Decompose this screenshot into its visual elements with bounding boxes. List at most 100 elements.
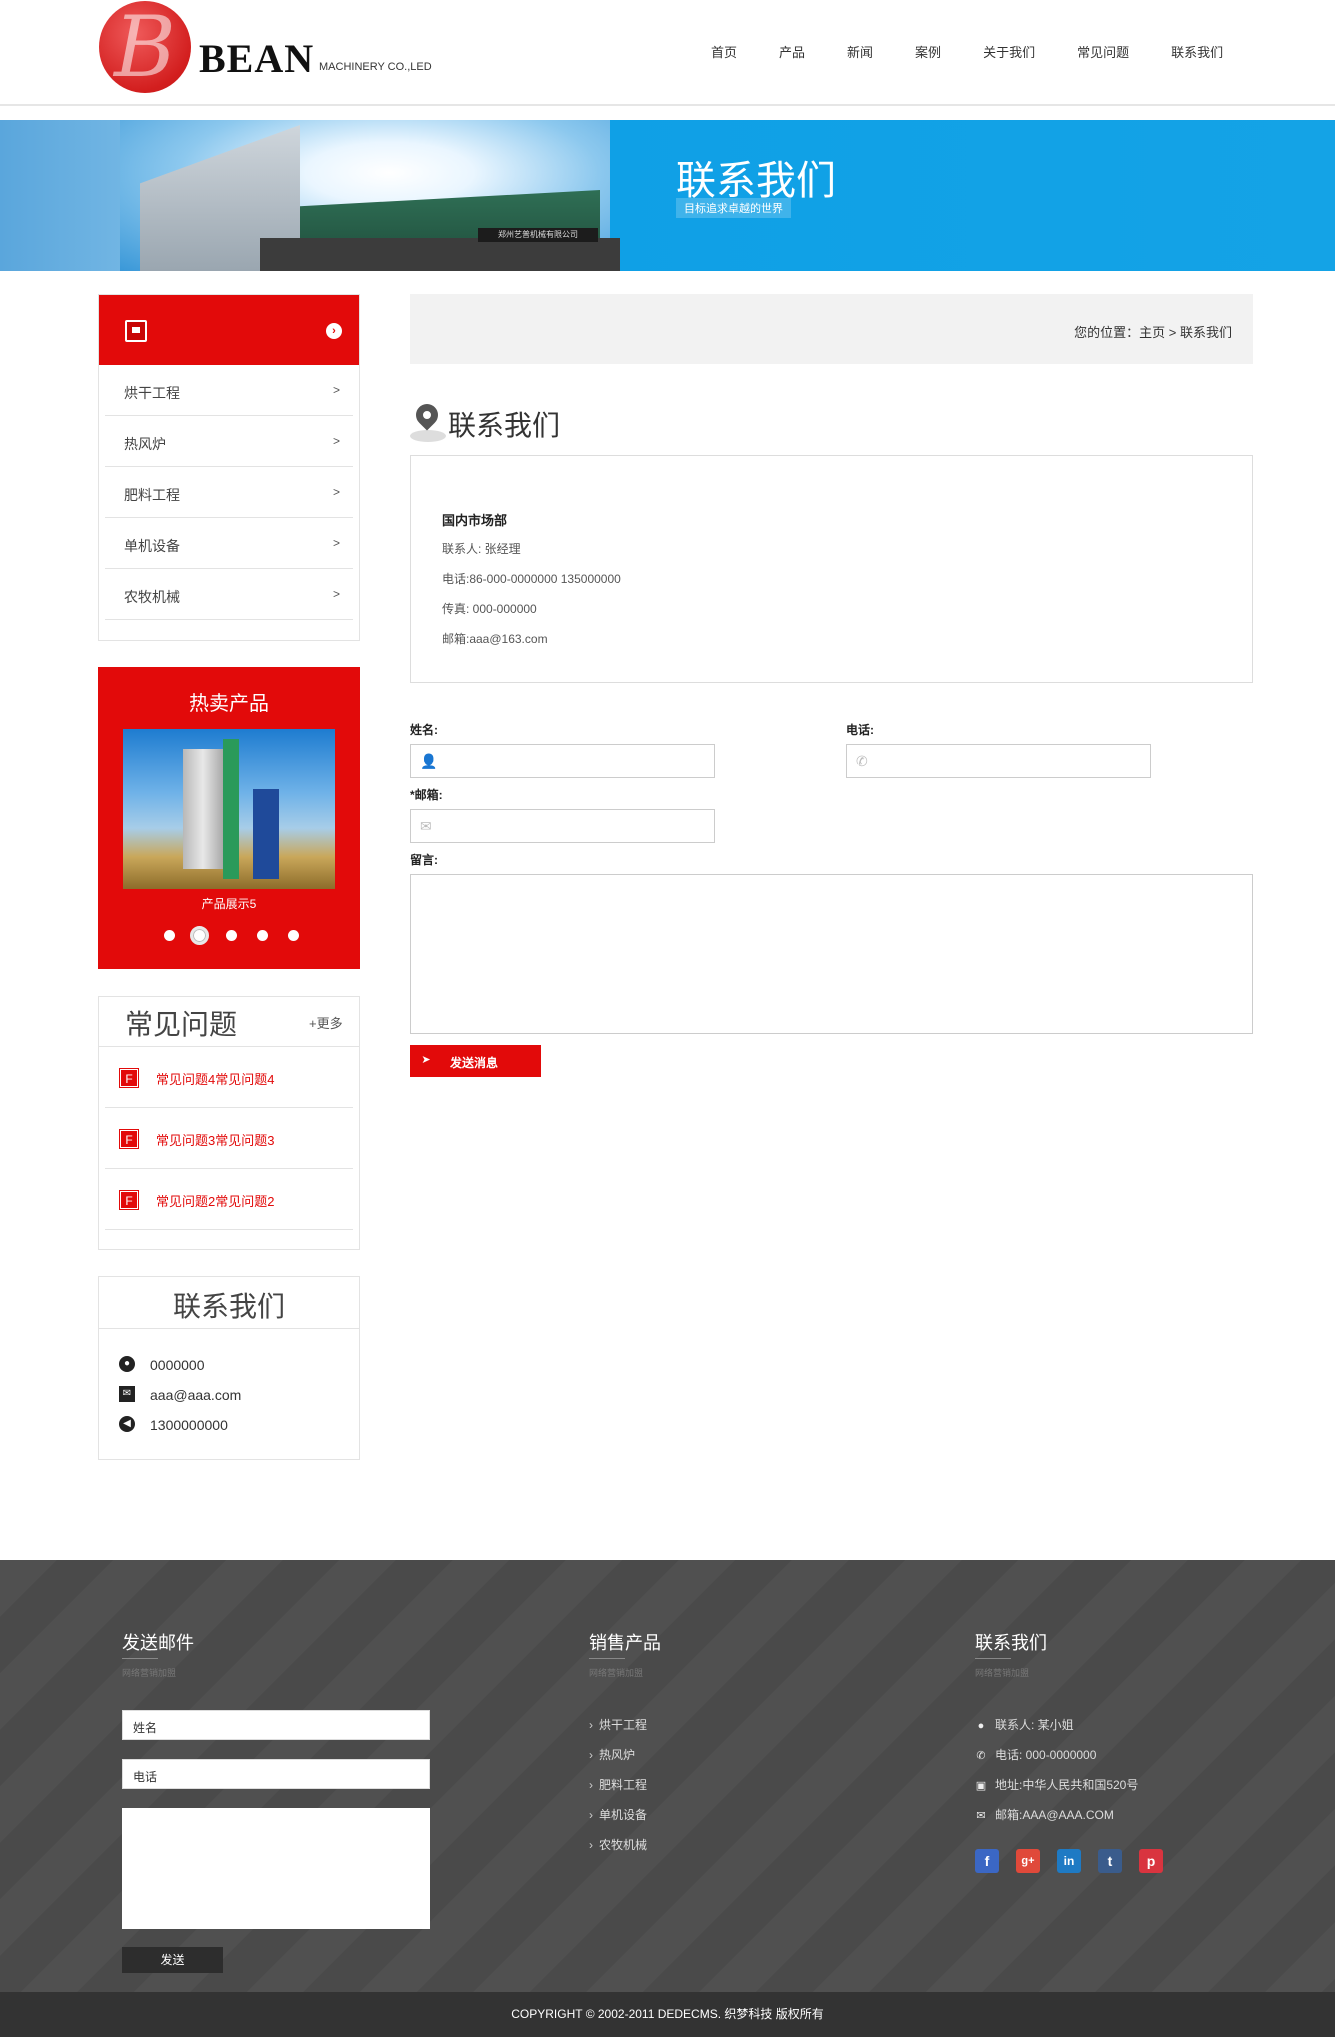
faq-more-link[interactable]: +更多 (309, 1013, 343, 1032)
faq-item[interactable]: F 常见问题2常见问题2 (105, 1169, 353, 1230)
footer-contact-sub: 网络营销加盟 (975, 1668, 1030, 1678)
footer-contact-phone-text: 电话: 000-0000000 (995, 1748, 1097, 1762)
contact-fax: 传真: 000-000000 (442, 602, 537, 616)
faq-item-text: 常见问题4常见问题4 (156, 1072, 275, 1087)
divider (975, 1658, 1011, 1659)
footer-contact-person-text: 联系人: 某小姐 (995, 1718, 1074, 1732)
contact-email: 邮箱:aaa@163.com (442, 632, 548, 646)
site-footer: 发送邮件 网络营销加盟 姓名 电话 发送 销售产品 网络营销加盟 烘干工程 热风… (0, 1560, 1335, 1992)
logo[interactable]: B BEAN MACHINERY CO.,LED (99, 1, 439, 95)
sidebar-contact-title: 联系我们 (172, 1291, 285, 1322)
category-item[interactable]: 肥料工程 > (105, 467, 353, 518)
nav-faq[interactable]: 常见问题 (1077, 42, 1129, 62)
footer-name-input[interactable]: 姓名 (122, 1710, 430, 1740)
nav-cases[interactable]: 案例 (915, 42, 941, 62)
category-item[interactable]: 农牧机械 > (105, 569, 353, 620)
paper-plane-icon: ➤ (421, 1054, 431, 1066)
category-label: 热风炉 (124, 436, 166, 452)
logo-letter: B (114, 0, 176, 96)
category-item[interactable]: 热风炉 > (105, 416, 353, 467)
chevron-right-icon: > (333, 434, 341, 448)
phone-circle-icon: ◀ (119, 1416, 135, 1432)
footer-message-input[interactable] (122, 1808, 430, 1929)
footer-product-link[interactable]: 热风炉 (589, 1746, 635, 1763)
envelope-icon: ✉ (420, 818, 432, 834)
chevron-right-icon: > (333, 485, 341, 499)
banner-subtitle: 目标追求卓越的世界 (676, 198, 791, 218)
footer-contact-address: ▣ 地址:中华人民共和国520号 (975, 1776, 1139, 1793)
carousel-dot[interactable] (288, 930, 299, 941)
user-icon: 👤 (420, 753, 438, 769)
name-label: 姓名: (410, 723, 438, 737)
footer-send-button[interactable]: 发送 (122, 1947, 223, 1973)
footer-product-link[interactable]: 烘干工程 (589, 1716, 647, 1733)
faq-item[interactable]: F 常见问题4常见问题4 (105, 1047, 353, 1108)
nav-news[interactable]: 新闻 (847, 42, 873, 62)
category-label: 单机设备 (124, 538, 180, 554)
category-label: 烘干工程 (124, 385, 180, 401)
home-icon: ▣ (975, 1780, 987, 1792)
banner-gate (260, 238, 620, 271)
contact-phone: ◀ 1300000000 (119, 1415, 349, 1435)
logo-subtitle: MACHINERY CO.,LED (319, 61, 432, 73)
footer-contact-email-text: 邮箱:AAA@AAA.COM (995, 1808, 1114, 1822)
logo-text: BEAN (199, 36, 315, 81)
category-item[interactable]: 烘干工程 > (105, 365, 353, 416)
footer-phone-placeholder: 电话 (133, 1770, 158, 1784)
footer-phone-input[interactable]: 电话 (122, 1759, 430, 1789)
divider (122, 1658, 158, 1659)
faq-item[interactable]: F 常见问题3常见问题3 (105, 1108, 353, 1169)
category-label: 农牧机械 (124, 589, 180, 605)
site-header: B BEAN MACHINERY CO.,LED 首页 产品 新闻 案例 关于我… (0, 0, 1335, 106)
nav-products[interactable]: 产品 (779, 42, 805, 62)
nav-contact[interactable]: 联系我们 (1171, 42, 1223, 62)
faq-badge-icon: F (119, 1068, 139, 1088)
contact-email-value[interactable]: aaa@aaa.com (150, 1387, 241, 1403)
main-nav: 首页 产品 新闻 案例 关于我们 常见问题 联系我们 (690, 42, 1244, 62)
qq-icon: ● (119, 1356, 135, 1372)
name-field[interactable]: 👤 (410, 744, 715, 778)
email-field[interactable]: ✉ (410, 809, 715, 843)
contact-email: ✉ aaa@aaa.com (119, 1385, 349, 1405)
breadcrumb-text[interactable]: 您的位置：主页 > 联系我们 (1074, 322, 1232, 341)
phone-icon: ✆ (976, 1750, 986, 1762)
category-label: 肥料工程 (124, 487, 180, 503)
footer-product-link[interactable]: 单机设备 (589, 1806, 647, 1823)
footer-contact-email: ✉ 邮箱:AAA@AAA.COM (975, 1806, 1114, 1823)
send-message-button[interactable]: ➤ 发送消息 (410, 1045, 541, 1077)
carousel-dot[interactable] (164, 930, 175, 941)
contact-phone: 电话:86-000-0000000 135000000 (442, 572, 621, 586)
carousel-dot[interactable] (226, 930, 237, 941)
faq-item-text: 常见问题3常见问题3 (156, 1133, 275, 1148)
carousel-dots (164, 925, 304, 945)
faq-title: 常见问题 (125, 1009, 238, 1040)
carousel-dot[interactable] (257, 930, 268, 941)
nav-home[interactable]: 首页 (711, 42, 737, 62)
tumblr-icon[interactable]: t (1098, 1849, 1122, 1873)
pinterest-icon[interactable]: p (1139, 1849, 1163, 1873)
product-caption[interactable]: 产品展示5 (98, 895, 360, 912)
facebook-icon[interactable]: f (975, 1849, 999, 1873)
category-menu-header: › (99, 295, 359, 365)
truck-icon (125, 320, 147, 342)
footer-product-link[interactable]: 肥料工程 (589, 1776, 647, 1793)
divider (99, 1328, 359, 1329)
google-plus-icon[interactable]: g+ (1016, 1849, 1040, 1873)
phone-field[interactable]: ✆ (846, 744, 1151, 778)
footer-contact-address-text: 地址:中华人民共和国520号 (995, 1778, 1139, 1792)
linkedin-icon[interactable]: in (1057, 1849, 1081, 1873)
chevron-right-icon: > (333, 383, 341, 397)
product-image[interactable] (123, 729, 335, 889)
contact-qq: ● 0000000 (119, 1355, 349, 1375)
chevron-right-circle-icon[interactable]: › (326, 323, 342, 339)
chevron-right-icon: > (333, 536, 341, 550)
footer-name-placeholder: 姓名 (133, 1721, 158, 1735)
footer-contact-phone: ✆ 电话: 000-0000000 (975, 1746, 1096, 1763)
category-item[interactable]: 单机设备 > (105, 518, 353, 569)
page-banner: 郑州艺普机械有限公司 联系我们 目标追求卓越的世界 (0, 120, 1335, 271)
carousel-dot-active[interactable] (190, 926, 209, 945)
nav-about[interactable]: 关于我们 (983, 42, 1035, 62)
message-field[interactable] (410, 874, 1253, 1034)
product-elevator (223, 739, 239, 879)
footer-product-link[interactable]: 农牧机械 (589, 1836, 647, 1853)
